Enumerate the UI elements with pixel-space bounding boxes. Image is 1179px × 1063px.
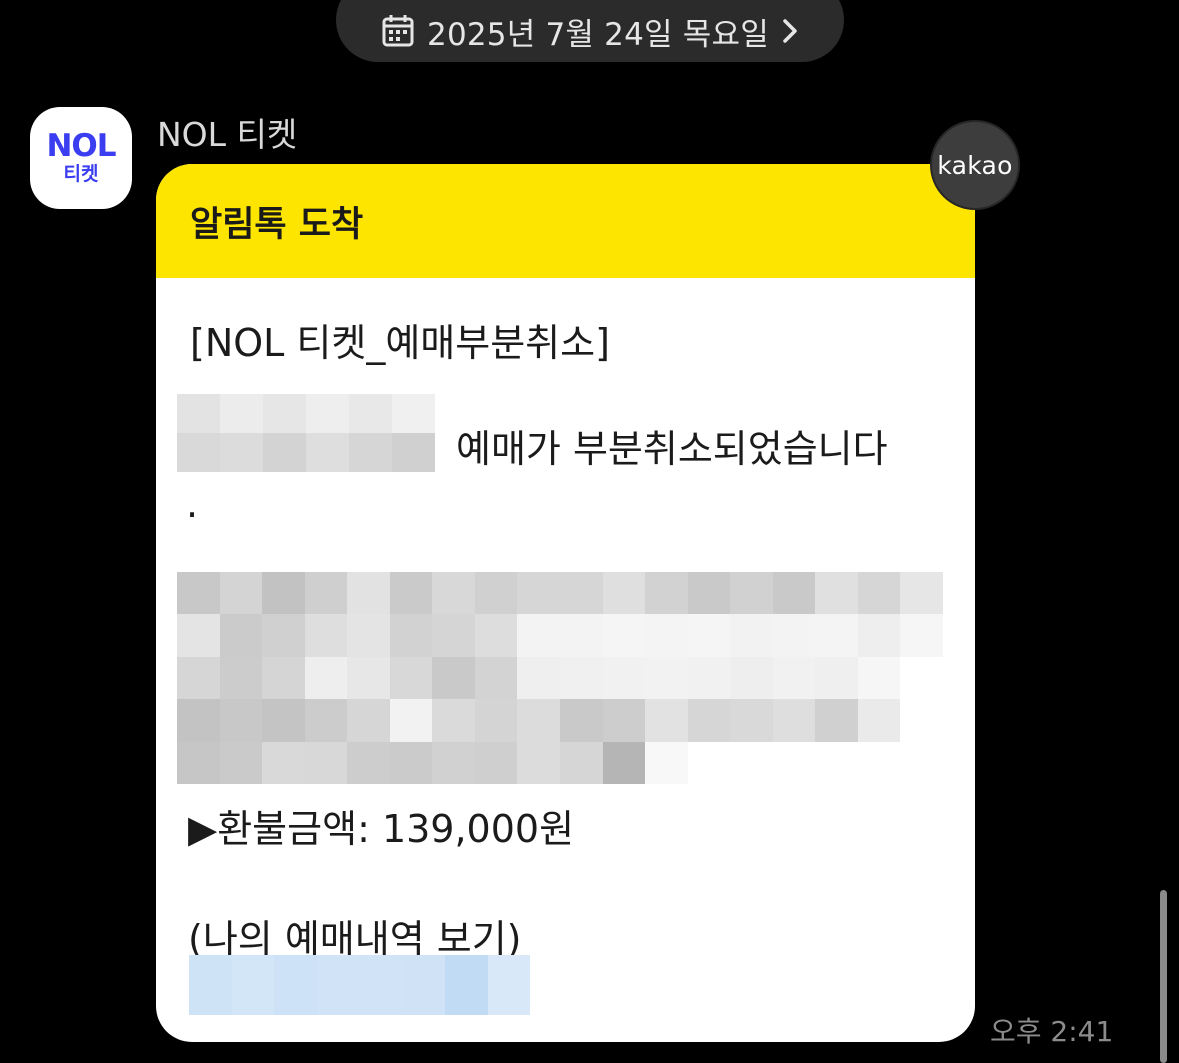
logo-text: NOL <box>46 128 116 165</box>
logo-subtext: 티켓 <box>63 163 99 186</box>
calendar-icon <box>382 15 414 47</box>
chevron-right-icon <box>783 19 797 43</box>
cancel-notice: 예매가 부분취소되었습니다 <box>456 427 888 471</box>
kakao-badge-text: kakao <box>937 150 1013 180</box>
message-header-title: 알림톡 도착 <box>190 204 364 245</box>
message-header: 알림톡 도착 <box>156 164 975 278</box>
scrollbar[interactable] <box>1160 890 1167 1063</box>
redacted-booking-link[interactable] <box>189 955 573 1015</box>
message-title: [NOL 티켓_예매부분취소] <box>190 321 610 365</box>
sender-name: NOL 티켓 <box>157 115 298 154</box>
date-text: 2025년 7월 24일 목요일 <box>427 16 769 53</box>
alimtalk-message-bubble[interactable]: 알림톡 도착 [NOL 티켓_예매부분취소] 예매가 부분취소되었습니다 . ▶… <box>156 164 975 1042</box>
date-divider[interactable]: 2025년 7월 24일 목요일 <box>336 0 844 62</box>
refund-amount: ▶환불금액: 139,000원 <box>188 807 575 851</box>
cancel-notice-period: . <box>186 482 199 526</box>
kakao-badge: kakao <box>930 120 1020 210</box>
redacted-name <box>177 394 435 472</box>
sender-avatar[interactable]: NOL 티켓 <box>30 107 132 209</box>
redacted-details <box>177 572 943 784</box>
message-timestamp: 오후 2:41 <box>990 1015 1114 1048</box>
